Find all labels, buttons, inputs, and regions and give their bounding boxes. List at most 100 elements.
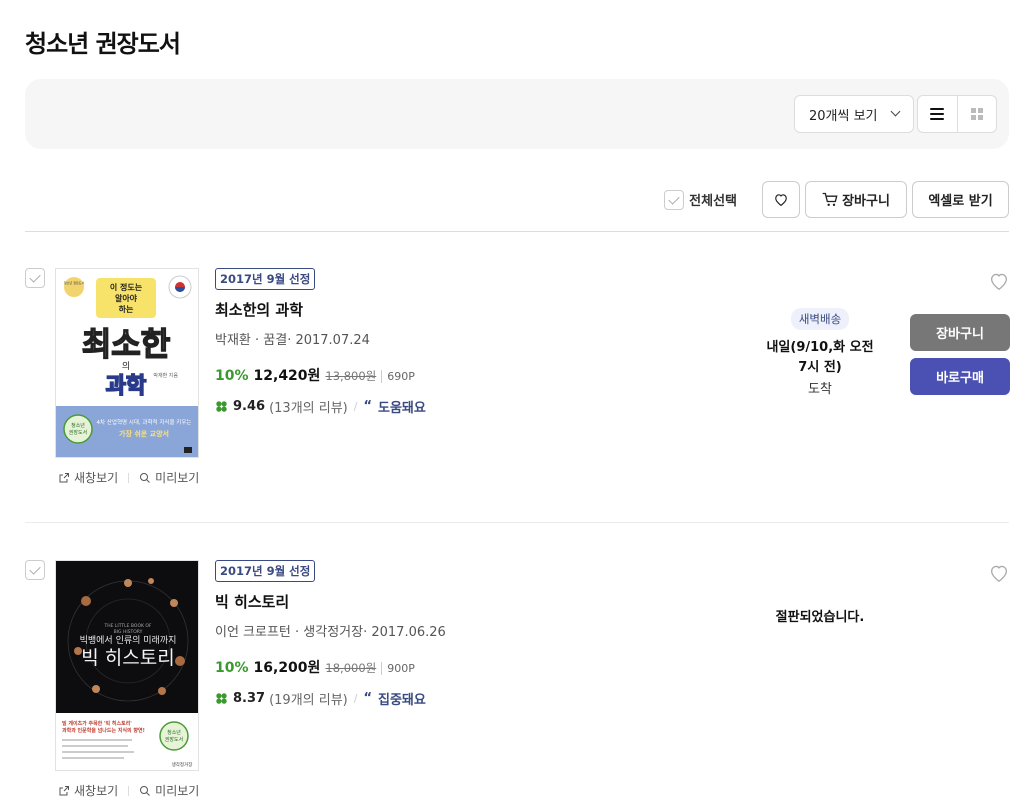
- discount-rate: 10%: [215, 368, 249, 384]
- book-title[interactable]: 최소한의 과학: [215, 299, 426, 320]
- cart-label: 장바구니: [842, 194, 890, 209]
- svg-text:THE LITTLE BOOK OF: THE LITTLE BOOK OF: [103, 623, 151, 629]
- review-tag: 도움돼요: [378, 401, 426, 416]
- select-all-label: 전체선택: [689, 194, 737, 209]
- cover-links: 새창보기 미리보기: [58, 782, 199, 799]
- svg-text:4차 산업혁명 시대, 과학적 지식을 키우는: 4차 산업혁명 시대, 과학적 지식을 키우는: [97, 418, 192, 426]
- review-count[interactable]: (19개의 리뷰): [269, 689, 348, 708]
- review-row: 8.37 (19개의 리뷰) / “ 집중돼요: [215, 689, 446, 708]
- svg-text:빅뱅에서 인류의 미래까지: 빅뱅에서 인류의 미래까지: [80, 635, 177, 646]
- grid-view-button[interactable]: [956, 96, 997, 132]
- clover-icon: [216, 401, 227, 412]
- list-view-button[interactable]: [918, 96, 957, 132]
- select-all-checkbox[interactable]: [664, 189, 685, 210]
- book-cover-art: 청소년 권장도서 이 정도는 알아야 하는 최소한 의 과학 박재환 지음 청소…: [56, 269, 198, 457]
- delivery-arrival: 도착: [808, 382, 832, 397]
- cover-links: 새창보기 미리보기: [58, 469, 199, 486]
- sale-price: 12,420원: [253, 368, 321, 384]
- wishlist-heart-icon[interactable]: [989, 564, 1009, 582]
- review-score: 8.37: [233, 691, 266, 706]
- add-all-to-cart-button[interactable]: 장바구니: [805, 181, 907, 218]
- discount-rate: 10%: [215, 660, 249, 676]
- svg-text:빅 히스토리: 빅 히스토리: [81, 647, 174, 669]
- book-title[interactable]: 빅 히스토리: [215, 591, 446, 612]
- reward-points: 690P: [381, 370, 415, 383]
- dawn-delivery-badge: 새벽배송: [790, 308, 850, 330]
- book-checkbox[interactable]: [25, 268, 45, 288]
- book-meta: 이언 크로프턴 · 생각정거장· 2017.06.26: [215, 625, 446, 640]
- book-checkbox[interactable]: [25, 560, 45, 580]
- svg-text:하는: 하는: [119, 304, 134, 314]
- selection-badge: 2017년 9월 선정: [215, 268, 316, 290]
- search-icon: [140, 785, 151, 796]
- delivery-info: 새벽배송 내일(9/10,화 오전 7시 전) 도착: [765, 308, 875, 397]
- svg-text:가장 쉬운 교양서: 가장 쉬운 교양서: [119, 429, 169, 438]
- bulk-actions: 전체선택 장바구니 엑셀로 받기: [664, 181, 1009, 218]
- chevron-down-icon: [890, 106, 901, 117]
- svg-text:알아야: 알아야: [115, 293, 138, 303]
- divider: [25, 231, 1009, 232]
- wishlist-all-button[interactable]: [762, 181, 800, 218]
- page-title: 청소년 권장도서: [25, 30, 181, 58]
- preview-label: 미리보기: [155, 471, 200, 485]
- book-item: THE LITTLE BOOK OF BIG HISTORY 빅뱅에서 인류의 …: [25, 560, 1009, 808]
- book-cover[interactable]: 청소년 권장도서 이 정도는 알아야 하는 최소한 의 과학 박재환 지음 청소…: [55, 268, 199, 458]
- external-link-icon: [59, 472, 69, 482]
- divider: [25, 522, 1009, 523]
- svg-text:이 정도는: 이 정도는: [110, 282, 143, 292]
- book-meta: 박재환 · 꿈결· 2017.07.24: [215, 333, 370, 348]
- review-row: 9.46 (13개의 리뷰) / “ 도움돼요: [215, 397, 426, 416]
- excel-label: 엑셀로 받기: [928, 194, 993, 209]
- book-info: 2017년 9월 선정 빅 히스토리 이언 크로프턴 · 생각정거장· 2017…: [215, 560, 446, 708]
- svg-text:생각정거장: 생각정거장: [172, 761, 193, 768]
- svg-text:권장도서: 권장도서: [165, 736, 183, 743]
- new-window-link[interactable]: 새창보기: [58, 782, 118, 799]
- list-view-icon: [930, 108, 945, 120]
- new-window-label: 새창보기: [74, 471, 119, 485]
- link-separator: [128, 785, 130, 796]
- out-of-print-status: 절판되었습니다.: [775, 610, 865, 625]
- book-cover[interactable]: THE LITTLE BOOK OF BIG HISTORY 빅뱅에서 인류의 …: [55, 560, 199, 771]
- external-link-icon: [59, 785, 69, 795]
- list-toolbar: 20개씩 보기: [25, 79, 1009, 149]
- clover-icon: [216, 693, 227, 704]
- preview-link[interactable]: 미리보기: [139, 782, 199, 799]
- price-row: 10% 12,420원 13,800원 690P: [215, 365, 426, 385]
- excel-download-button[interactable]: 엑셀로 받기: [912, 181, 1009, 218]
- reward-points: 900P: [381, 662, 415, 675]
- search-icon: [140, 472, 151, 483]
- new-window-link[interactable]: 새창보기: [58, 469, 118, 486]
- svg-text:청소년 권장도서: 청소년 권장도서: [64, 280, 85, 285]
- svg-text:박재환 지음: 박재환 지음: [153, 372, 178, 379]
- price-row: 10% 16,200원 18,000원 900P: [215, 657, 446, 677]
- svg-text:의: 의: [122, 361, 130, 372]
- wishlist-heart-icon[interactable]: [989, 272, 1009, 290]
- per-page-select[interactable]: 20개씩 보기: [794, 95, 914, 133]
- per-page-label: 20개씩 보기: [809, 108, 878, 124]
- grid-view-icon: [970, 108, 983, 120]
- svg-text:청소년: 청소년: [167, 729, 181, 736]
- review-tag: 집중돼요: [378, 693, 426, 708]
- svg-text:최소한: 최소한: [82, 325, 170, 363]
- delivery-date: 내일(9/10,화 오전 7시 전): [766, 340, 874, 375]
- book-cover-art: THE LITTLE BOOK OF BIG HISTORY 빅뱅에서 인류의 …: [56, 561, 198, 770]
- cart-icon: [822, 192, 838, 207]
- heart-icon: [775, 194, 787, 206]
- preview-link[interactable]: 미리보기: [139, 469, 199, 486]
- svg-text:청소년: 청소년: [71, 422, 85, 429]
- quote-icon: “: [363, 691, 373, 706]
- select-all[interactable]: 전체선택: [664, 189, 737, 210]
- book-item: 청소년 권장도서 이 정도는 알아야 하는 최소한 의 과학 박재환 지음 청소…: [25, 268, 1010, 528]
- preview-label: 미리보기: [155, 784, 200, 798]
- quote-icon: “: [363, 399, 373, 414]
- add-to-cart-button[interactable]: 장바구니: [910, 314, 1010, 351]
- svg-text:권장도서: 권장도서: [69, 429, 87, 436]
- buy-now-button[interactable]: 바로구매: [910, 358, 1010, 395]
- svg-text:과학: 과학: [106, 374, 146, 399]
- selection-badge: 2017년 9월 선정: [215, 560, 316, 582]
- review-count[interactable]: (13개의 리뷰): [269, 397, 348, 416]
- review-score: 9.46: [233, 399, 266, 414]
- svg-text:빌 게이츠가 주목한 '빅 히스토리': 빌 게이츠가 주목한 '빅 히스토리': [62, 720, 132, 727]
- original-price: 13,800원: [325, 369, 377, 383]
- link-separator: [128, 472, 130, 483]
